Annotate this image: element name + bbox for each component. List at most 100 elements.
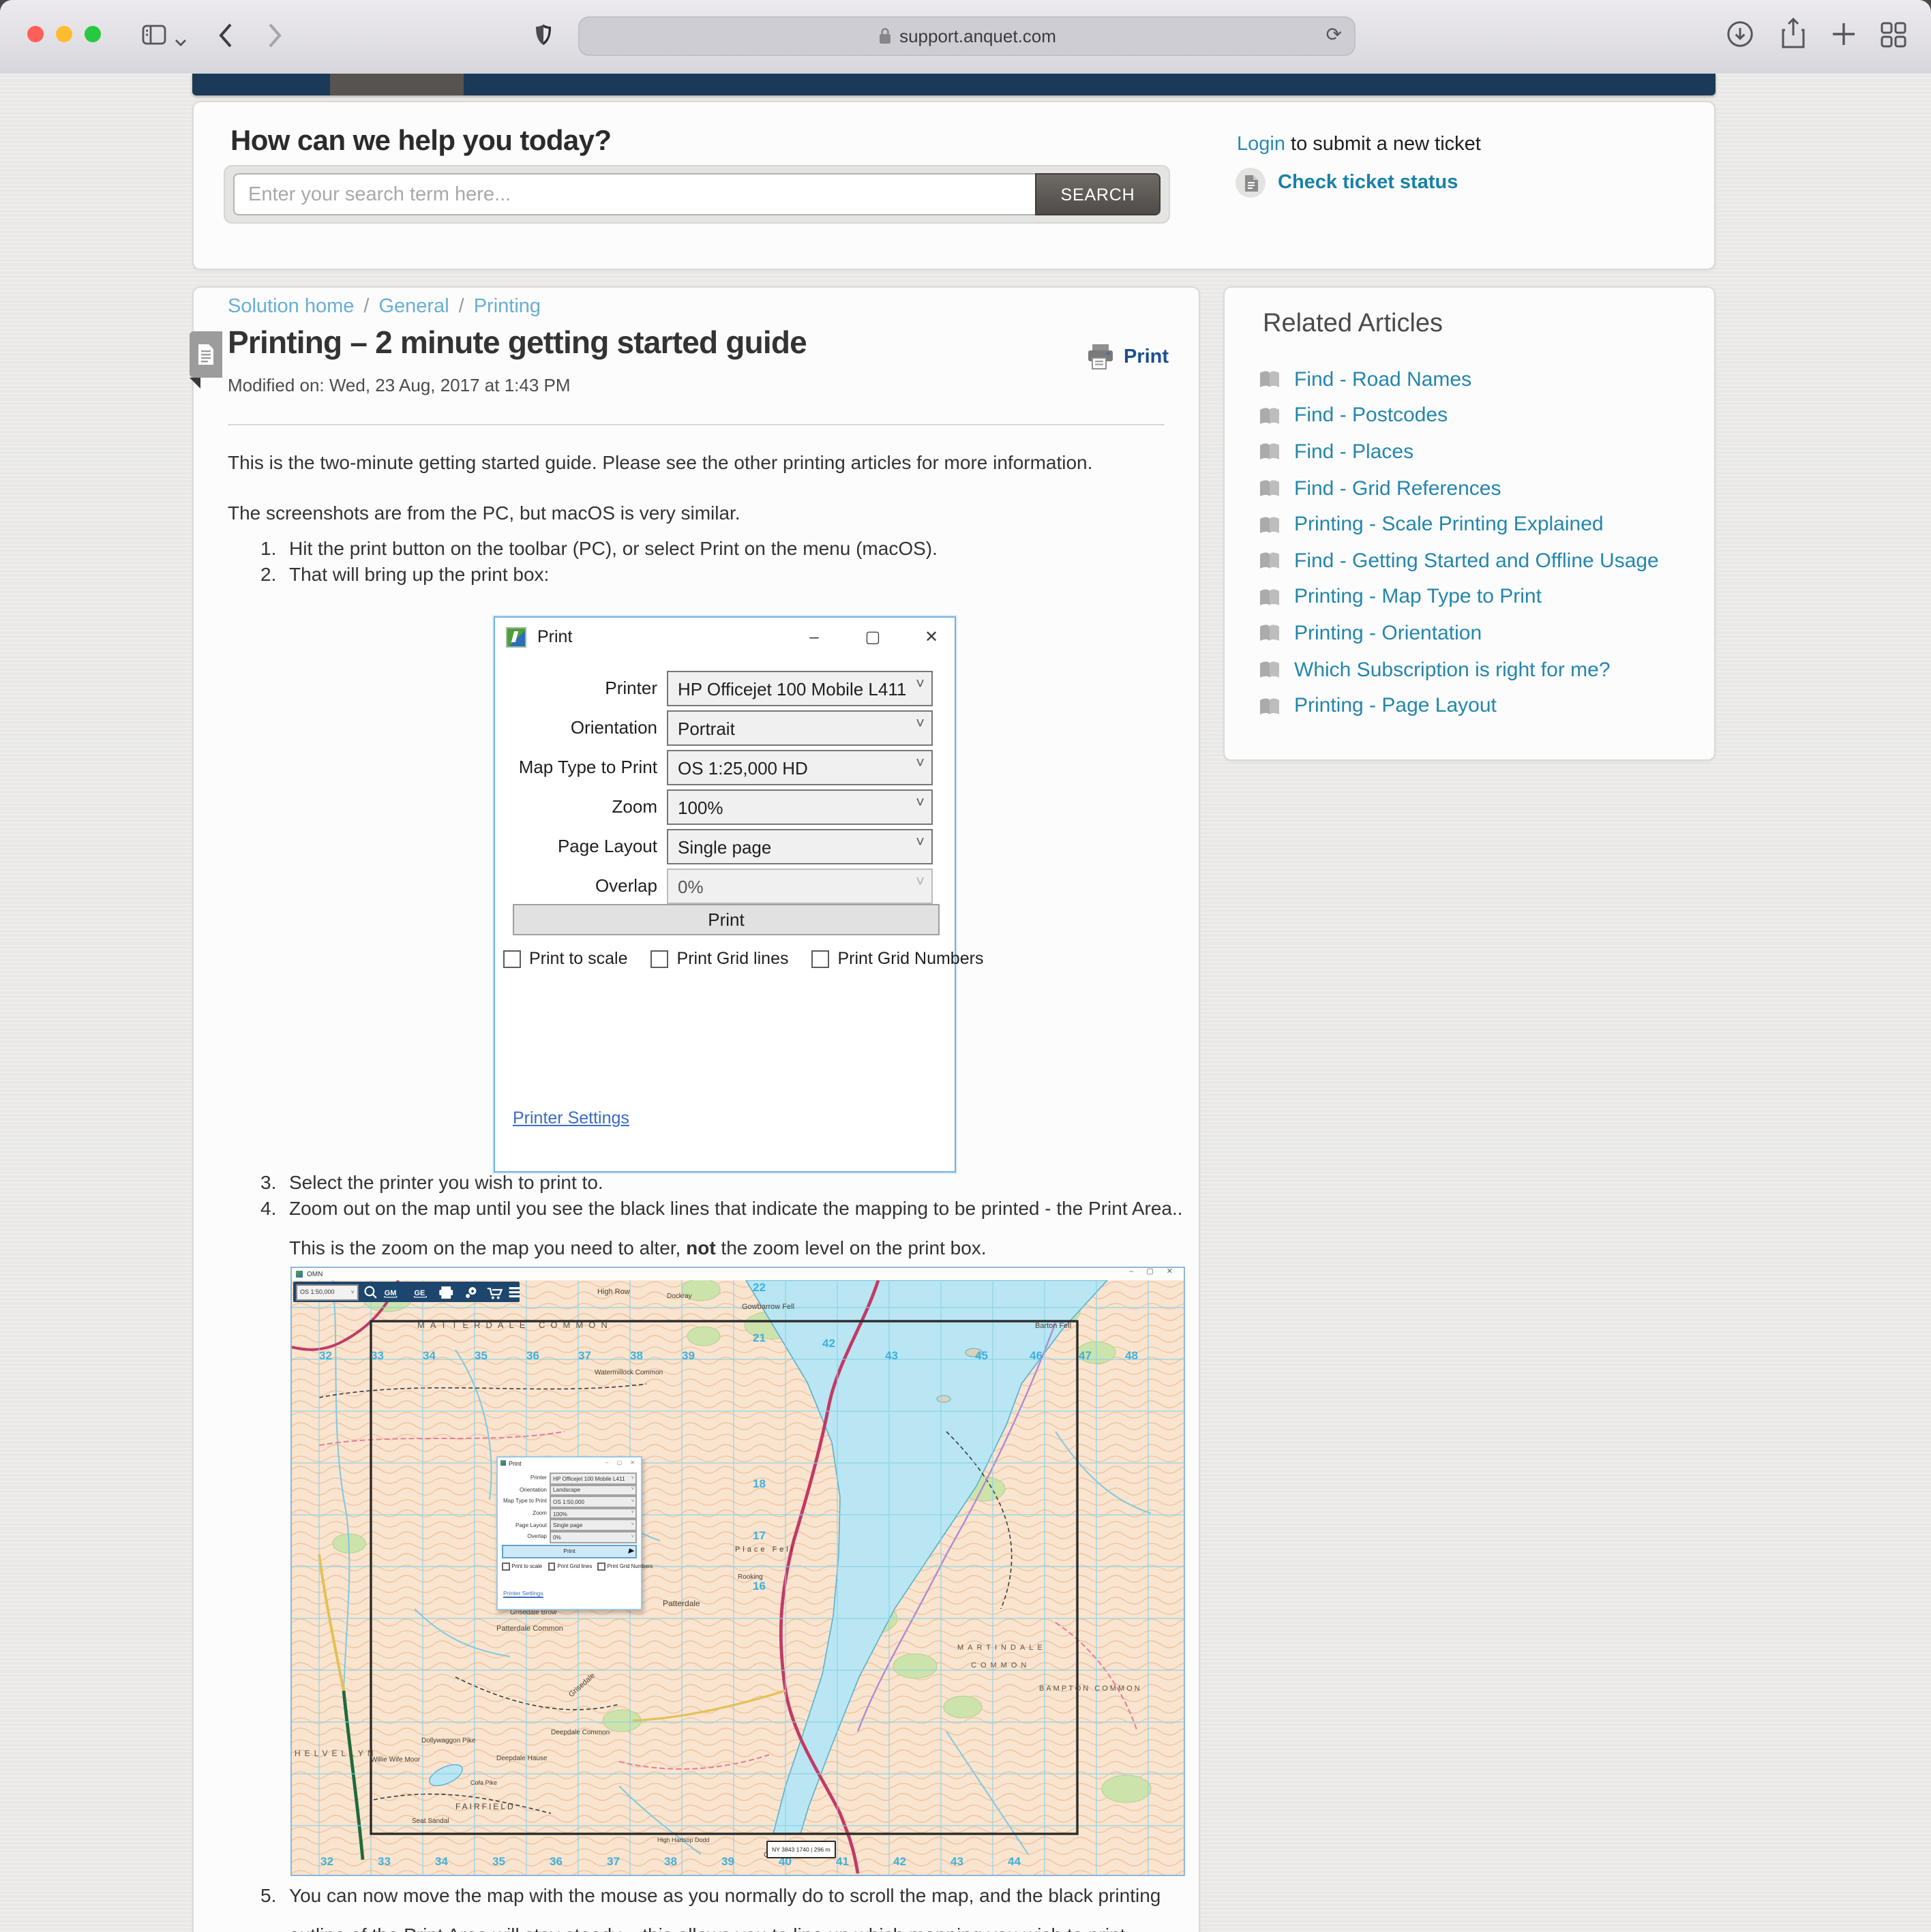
field-value: Landscape bbox=[553, 1487, 580, 1494]
article-card: Solution home/General/Printing Printing … bbox=[192, 286, 1200, 1932]
related-articles-heading: Related Articles bbox=[1263, 310, 1443, 339]
related-article-link[interactable]: Printing - Orientation bbox=[1294, 622, 1482, 645]
map-place-label: HELVELLYN bbox=[295, 1749, 378, 1758]
field-value: 0% bbox=[553, 1534, 561, 1541]
field-label: Page Layout bbox=[515, 1521, 547, 1528]
related-article-link[interactable]: Which Subscription is right for me? bbox=[1294, 658, 1611, 681]
map-place-label: Willie Wife Moor bbox=[371, 1756, 421, 1764]
related-article-item: Printing - Orientation bbox=[1259, 615, 1695, 651]
related-article-link[interactable]: Find - Postcodes bbox=[1294, 404, 1448, 427]
minimize-window-button[interactable] bbox=[56, 26, 72, 42]
breadcrumb-general[interactable]: General bbox=[378, 296, 449, 318]
field-select: Single page˅ bbox=[667, 829, 933, 864]
maximize-icon: ▢ bbox=[863, 627, 882, 646]
chevron-down-icon[interactable] bbox=[175, 30, 187, 55]
checkbox-print-to-scale: Print to scale bbox=[503, 949, 628, 968]
list-text: You can now move the map with the mouse … bbox=[289, 1884, 1161, 1906]
sidebar-toggle-icon[interactable] bbox=[142, 25, 166, 52]
checkbox-print-grid-numbers: Print Grid Numbers bbox=[812, 949, 984, 968]
map-place-label: BAMPTON COMMON bbox=[1039, 1685, 1142, 1693]
article-type-tab bbox=[190, 331, 222, 378]
related-article-link[interactable]: Find - Grid References bbox=[1294, 477, 1501, 500]
map-place-label: Deepdale Common bbox=[551, 1729, 610, 1736]
map-place-label: MARTINDALE bbox=[957, 1644, 1047, 1652]
chevron-down-icon: ˅ bbox=[631, 1486, 634, 1492]
list-number: 3. bbox=[260, 1171, 276, 1193]
field-value: OS 1:50,000 bbox=[553, 1498, 584, 1505]
modified-date: Modified on: Wed, 23 Aug, 2017 at 1:43 P… bbox=[228, 375, 571, 395]
check-ticket-status-link[interactable]: Check ticket status bbox=[1278, 172, 1458, 194]
field-value: HP Officejet 100 Mobile L411 bbox=[678, 678, 906, 699]
dialog-field-map-type-to-print: Map Type to PrintOS 1:25,000 HD˅ bbox=[495, 750, 955, 785]
breadcrumb-solution-home[interactable]: Solution home bbox=[228, 296, 354, 318]
related-article-link[interactable]: Printing - Map Type to Print bbox=[1294, 586, 1542, 609]
field-label: Zoom bbox=[612, 796, 657, 817]
related-article-link[interactable]: Find - Getting Started and Offline Usage bbox=[1294, 549, 1659, 573]
book-icon bbox=[1259, 442, 1281, 462]
breadcrumb-printing[interactable]: Printing bbox=[474, 296, 541, 318]
book-icon bbox=[1259, 588, 1281, 607]
gm-icon: GM bbox=[384, 1288, 396, 1297]
grid-number: 42 bbox=[822, 1337, 835, 1350]
related-article-link[interactable]: Find - Road Names bbox=[1294, 368, 1471, 391]
address-bar[interactable]: support.anquet.com ⟳ bbox=[578, 16, 1356, 56]
grid-number: 33 bbox=[371, 1349, 384, 1362]
dialog-field-page-layout: Page LayoutSingle page˅ bbox=[495, 829, 955, 864]
search-button[interactable]: SEARCH bbox=[1035, 173, 1161, 215]
related-article-link[interactable]: Printing - Scale Printing Explained bbox=[1294, 513, 1604, 536]
print-dialog-titlebar: Print – ▢ ✕ bbox=[495, 618, 955, 656]
site-nav-active-tab[interactable] bbox=[330, 74, 464, 95]
map-place-label: FAIRFIELD bbox=[455, 1802, 515, 1811]
back-button[interactable] bbox=[217, 22, 233, 56]
forward-button[interactable] bbox=[267, 22, 284, 56]
article-tab-notch bbox=[190, 378, 200, 389]
field-value: Single page bbox=[678, 836, 771, 857]
print-article-button[interactable]: Print bbox=[1087, 344, 1169, 369]
dialog-field-printer: PrinterHP Officejet 100 Mobile L411˅ bbox=[498, 1473, 641, 1482]
book-icon bbox=[1259, 552, 1281, 571]
grid-number: 37 bbox=[607, 1855, 620, 1868]
share-button[interactable] bbox=[1781, 18, 1806, 56]
print-confirm-button: Print bbox=[513, 904, 940, 935]
print-article-label: Print bbox=[1124, 346, 1169, 367]
reload-icon[interactable]: ⟳ bbox=[1326, 23, 1342, 46]
zoom-window-button[interactable] bbox=[85, 26, 101, 42]
help-heading: How can we help you today? bbox=[230, 125, 612, 158]
checkbox-label: Print Grid lines bbox=[677, 949, 789, 968]
map-window-title: OMN bbox=[307, 1270, 323, 1278]
breadcrumb: Solution home/General/Printing bbox=[228, 296, 541, 318]
dialog-field-zoom: Zoom100%˅ bbox=[498, 1508, 641, 1518]
field-label: Overlap bbox=[527, 1533, 547, 1539]
grid-number: 42 bbox=[893, 1855, 906, 1868]
list-text: That will bring up the print box: bbox=[289, 563, 549, 585]
map-window-screenshot: OMN – ▢ ✕ OS 1:50,000˅ GM GE bbox=[290, 1267, 1185, 1876]
map-print-confirm-button: Print bbox=[502, 1545, 637, 1558]
grid-number: 47 bbox=[1079, 1349, 1092, 1362]
map-print-dialog-title: Print bbox=[509, 1460, 522, 1466]
related-article-item: Printing - Map Type to Print bbox=[1259, 579, 1695, 615]
related-article-link[interactable]: Find - Places bbox=[1294, 440, 1413, 464]
dialog-field-printer: PrinterHP Officejet 100 Mobile L411˅ bbox=[495, 671, 955, 706]
intro-paragraph-2: The screenshots are from the PC, but mac… bbox=[228, 502, 740, 524]
privacy-shield-icon[interactable] bbox=[535, 23, 552, 53]
list-text-continued: This is the zoom on the map you need to … bbox=[289, 1237, 987, 1258]
login-link[interactable]: Login bbox=[1237, 134, 1285, 155]
field-select: Portrait˅ bbox=[667, 710, 933, 746]
tab-overview-button[interactable] bbox=[1881, 22, 1906, 55]
map-place-label: Watermillock Common bbox=[595, 1369, 663, 1376]
related-article-item: Find - Getting Started and Offline Usage bbox=[1259, 543, 1695, 579]
new-tab-button[interactable] bbox=[1831, 22, 1856, 53]
intro-paragraph-1: This is the two-minute getting started g… bbox=[228, 451, 1092, 473]
close-window-button[interactable] bbox=[27, 26, 44, 42]
map-dialog-window-buttons: – ▢ ✕ bbox=[605, 1459, 638, 1466]
checkbox-box bbox=[651, 950, 669, 967]
downloads-button[interactable] bbox=[1726, 20, 1754, 55]
list-text: Select the printer you wish to print to. bbox=[289, 1171, 603, 1193]
list-text: Zoom out on the map until you see the bl… bbox=[289, 1197, 1183, 1219]
ticket-document-icon bbox=[1236, 168, 1266, 198]
related-article-link[interactable]: Printing - Page Layout bbox=[1294, 694, 1497, 717]
minimize-icon: – bbox=[805, 627, 824, 646]
search-input[interactable] bbox=[233, 173, 1035, 215]
related-article-item: Find - Road Names bbox=[1259, 361, 1695, 397]
chevron-down-icon: ˅ bbox=[631, 1522, 634, 1527]
